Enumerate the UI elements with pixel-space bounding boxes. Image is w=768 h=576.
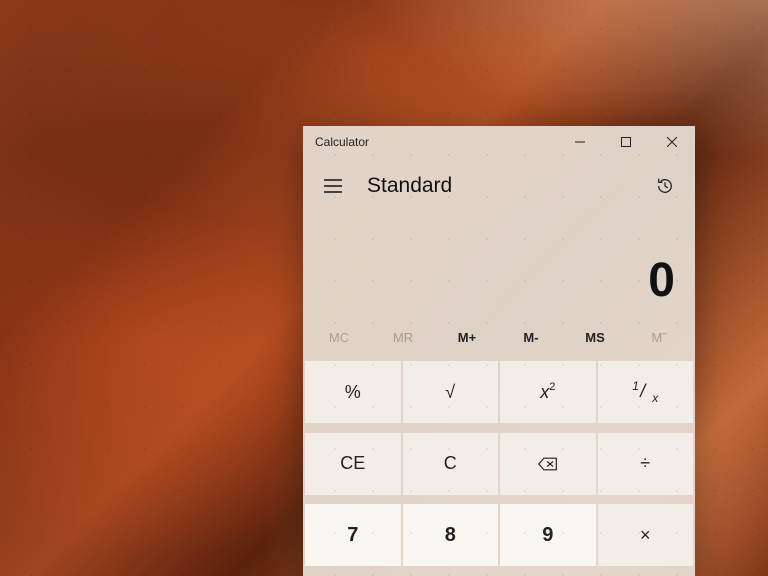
- memory-clear-button[interactable]: MC: [307, 324, 371, 351]
- reciprocal-key[interactable]: 1 / x: [598, 361, 694, 423]
- digit-8-key[interactable]: 8: [403, 504, 499, 566]
- hamburger-icon: [324, 179, 342, 193]
- square-exp: 2: [549, 381, 555, 393]
- desktop-wallpaper: Calculator Standard: [0, 0, 768, 576]
- backspace-key[interactable]: [500, 433, 596, 495]
- multiply-label: ×: [640, 525, 651, 546]
- close-button[interactable]: [649, 126, 695, 158]
- minimize-button[interactable]: [557, 126, 603, 158]
- c-label: C: [444, 453, 457, 474]
- percent-key[interactable]: %: [305, 361, 401, 423]
- digit-7-label: 7: [347, 524, 358, 547]
- close-icon: [667, 137, 677, 147]
- divide-label: ÷: [640, 453, 650, 474]
- menu-button[interactable]: [313, 166, 353, 206]
- titlebar: Calculator: [303, 126, 695, 158]
- sqrt-label: √: [445, 382, 455, 403]
- result-value: 0: [648, 253, 675, 308]
- memory-subtract-button[interactable]: M-: [499, 324, 563, 351]
- memory-store-button[interactable]: MS: [563, 324, 627, 351]
- maximize-icon: [621, 137, 631, 147]
- divide-key[interactable]: ÷: [598, 433, 694, 495]
- square-key[interactable]: x2: [500, 361, 596, 423]
- memory-add-button[interactable]: M+: [435, 324, 499, 351]
- ce-label: CE: [340, 453, 365, 474]
- history-button[interactable]: [645, 166, 685, 206]
- digit-8-label: 8: [445, 524, 456, 547]
- maximize-button[interactable]: [603, 126, 649, 158]
- window-title: Calculator: [303, 135, 369, 149]
- digit-7-key[interactable]: 7: [305, 504, 401, 566]
- header-row: Standard: [303, 158, 695, 210]
- multiply-key[interactable]: ×: [598, 504, 694, 566]
- result-display: 0: [303, 210, 695, 318]
- minimize-icon: [575, 137, 585, 147]
- clear-key[interactable]: C: [403, 433, 499, 495]
- memory-row: MC MR M+ M- MS Mˇ: [303, 318, 695, 361]
- digit-9-key[interactable]: 9: [500, 504, 596, 566]
- square-base: x: [540, 382, 549, 403]
- keypad: % √ x2 1 / x CE C ÷: [303, 361, 695, 576]
- digit-9-label: 9: [542, 524, 553, 547]
- mode-label: Standard: [367, 174, 452, 198]
- reciprocal-label: 1 / x: [632, 381, 658, 403]
- memory-recall-button[interactable]: MR: [371, 324, 435, 351]
- backspace-icon: [538, 456, 558, 472]
- history-icon: [656, 177, 674, 195]
- memory-list-button[interactable]: Mˇ: [627, 324, 691, 351]
- percent-label: %: [345, 382, 361, 403]
- clear-entry-key[interactable]: CE: [305, 433, 401, 495]
- calculator-window: Calculator Standard: [303, 126, 695, 576]
- sqrt-key[interactable]: √: [403, 361, 499, 423]
